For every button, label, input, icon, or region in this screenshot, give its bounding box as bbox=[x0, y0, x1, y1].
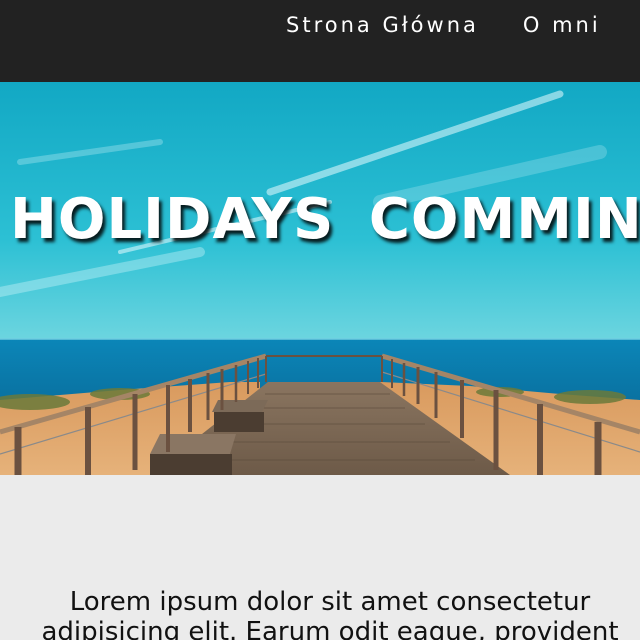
hero-title: HOLIDAYS COMMING bbox=[10, 187, 640, 252]
hero-banner: HOLIDAYS COMMING bbox=[0, 82, 640, 475]
main-content: Lorem ipsum dolor sit amet consectetur a… bbox=[0, 475, 640, 640]
nav-item-home[interactable]: Strona Główna bbox=[286, 10, 479, 40]
nav-item-about[interactable]: O mni bbox=[523, 10, 601, 40]
top-navbar: Strona Główna O mni bbox=[0, 0, 640, 82]
hero-image bbox=[0, 82, 640, 475]
nav-menu: Strona Główna O mni bbox=[286, 10, 640, 40]
intro-paragraph: Lorem ipsum dolor sit amet consectetur a… bbox=[41, 587, 619, 640]
